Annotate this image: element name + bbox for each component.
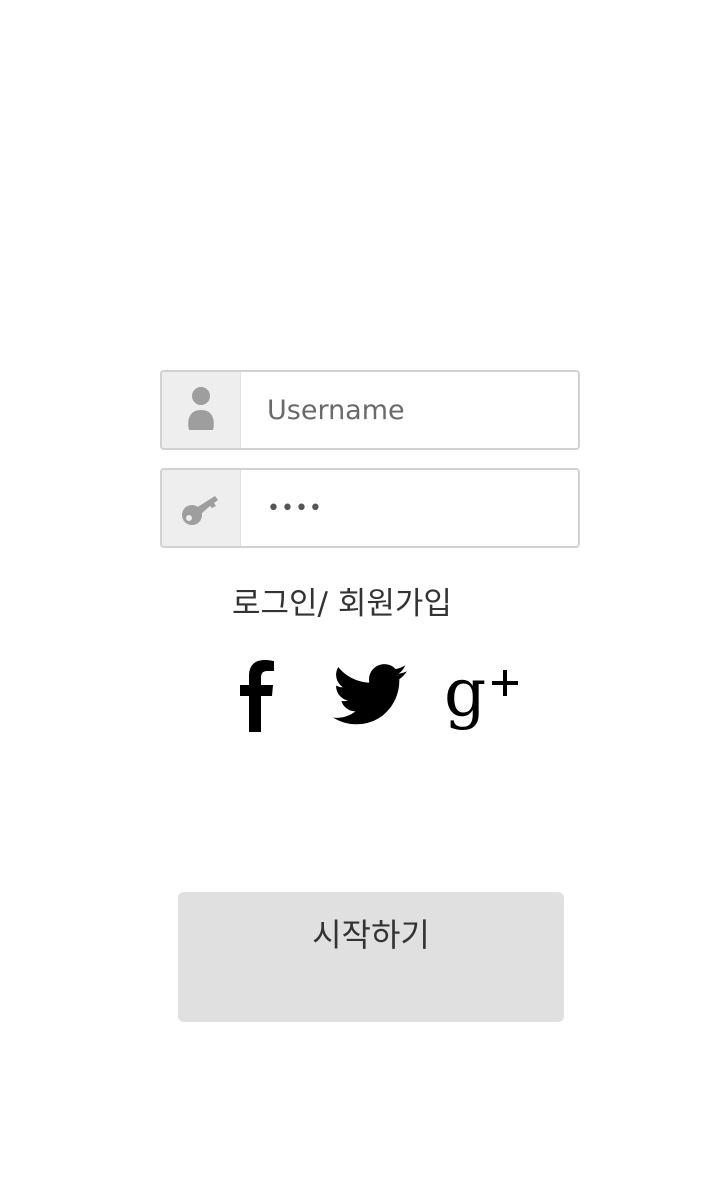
user-icon bbox=[188, 387, 214, 430]
password-field bbox=[160, 468, 580, 548]
social-login-row: g bbox=[0, 655, 720, 745]
svg-text:g: g bbox=[444, 657, 486, 731]
key-icon bbox=[182, 496, 218, 525]
password-icon-box bbox=[162, 470, 241, 546]
facebook-icon bbox=[240, 660, 274, 732]
login-screen: 로그인/ 회원가입 g 시작하기 bbox=[0, 0, 720, 1200]
password-input[interactable] bbox=[241, 470, 578, 546]
username-field bbox=[160, 370, 580, 450]
google-plus-icon: g bbox=[444, 657, 518, 731]
username-icon-box bbox=[162, 372, 241, 448]
twitter-icon bbox=[333, 664, 407, 725]
start-button-label: 시작하기 bbox=[312, 916, 430, 954]
google-plus-button[interactable]: g bbox=[440, 655, 524, 735]
twitter-button[interactable] bbox=[330, 655, 410, 735]
start-button[interactable]: 시작하기 bbox=[178, 892, 564, 1022]
login-signup-link[interactable]: 로그인/ 회원가입 bbox=[232, 578, 452, 623]
facebook-button[interactable] bbox=[226, 655, 286, 735]
username-input[interactable] bbox=[241, 372, 578, 448]
